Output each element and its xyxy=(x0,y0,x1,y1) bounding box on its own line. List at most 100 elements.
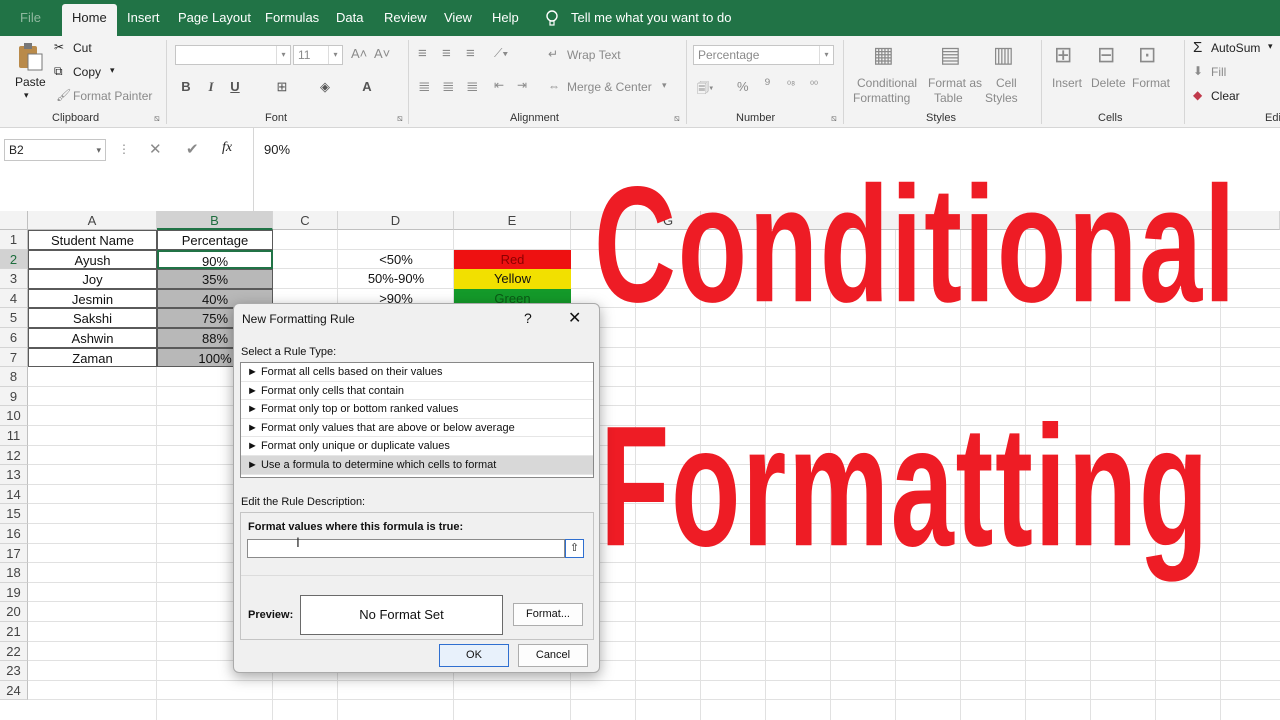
cut-button[interactable]: Cut xyxy=(73,41,92,55)
format-button[interactable]: Format... xyxy=(513,603,583,626)
row-header[interactable]: 6 xyxy=(0,328,28,348)
comma-style-icon[interactable]: ⁹ xyxy=(764,76,771,94)
cell-b2[interactable]: 90% xyxy=(157,249,273,270)
underline-button[interactable]: U xyxy=(226,78,244,96)
cancel-button[interactable]: Cancel xyxy=(518,644,588,667)
copy-button[interactable]: Copy xyxy=(73,65,101,79)
clear-button[interactable]: Clear xyxy=(1211,89,1240,103)
tab-file[interactable]: File xyxy=(12,4,49,36)
cell-b1[interactable]: Percentage xyxy=(157,230,273,250)
row-header[interactable]: 20 xyxy=(0,602,28,622)
close-icon[interactable]: ✕ xyxy=(568,308,581,328)
tab-view[interactable]: View xyxy=(436,4,480,36)
align-left-icon[interactable]: ≣ xyxy=(418,77,431,95)
col-header-b[interactable]: B xyxy=(157,211,273,230)
paste-dropdown-icon[interactable]: ▾ xyxy=(24,90,29,101)
fill-color-icon[interactable]: ◈ xyxy=(316,78,334,96)
row-header[interactable]: 16 xyxy=(0,524,28,544)
percent-style-icon[interactable]: % xyxy=(737,79,749,94)
row-header[interactable]: 24 xyxy=(0,680,28,701)
row-header[interactable]: 22 xyxy=(0,641,28,662)
row-header[interactable]: 11 xyxy=(0,426,28,446)
cell-a6[interactable]: Ashwin xyxy=(28,328,157,348)
row-header[interactable]: 3 xyxy=(0,269,28,289)
help-icon[interactable]: ? xyxy=(524,310,532,326)
align-right-icon[interactable]: ≣ xyxy=(466,77,479,95)
font-name-combo[interactable]: ▾ xyxy=(175,45,291,65)
align-center-icon[interactable]: ≣ xyxy=(442,77,455,95)
rule-type-item[interactable]: ► Format only top or bottom ranked value… xyxy=(241,400,593,419)
rule-type-item[interactable]: ► Format only unique or duplicate values xyxy=(241,437,593,456)
row-header[interactable]: 18 xyxy=(0,563,28,583)
col-header-a[interactable]: A xyxy=(28,211,157,230)
format-cells-button[interactable]: Format xyxy=(1132,76,1170,90)
row-header[interactable]: 17 xyxy=(0,543,28,564)
cell-e2[interactable]: Red xyxy=(454,249,571,270)
chevron-down-icon[interactable]: ▾ xyxy=(1268,41,1273,52)
tab-formulas[interactable]: Formulas xyxy=(257,4,327,36)
row-header[interactable]: 10 xyxy=(0,406,28,426)
row-header[interactable]: 14 xyxy=(0,484,28,505)
insert-function-icon[interactable]: fx xyxy=(222,140,232,156)
rule-type-item[interactable]: ► Format all cells based on their values xyxy=(241,363,593,382)
autosum-button[interactable]: AutoSum xyxy=(1211,41,1260,55)
ok-button[interactable]: OK xyxy=(439,644,509,667)
rule-formula-input[interactable] xyxy=(247,539,565,558)
italic-button[interactable]: I xyxy=(202,78,220,96)
cell-a7[interactable]: Zaman xyxy=(28,347,157,368)
chevron-down-icon[interactable]: ▾ xyxy=(96,140,101,160)
tab-help[interactable]: Help xyxy=(484,4,527,36)
cell-b3[interactable]: 35% xyxy=(157,269,273,289)
enter-entry-icon[interactable]: ✔ xyxy=(186,140,199,158)
tab-page-layout[interactable]: Page Layout xyxy=(170,4,259,36)
middle-align-icon[interactable]: ≡ xyxy=(442,45,451,62)
borders-icon[interactable]: ⊞ xyxy=(273,78,291,96)
merge-center-button[interactable]: Merge & Center xyxy=(567,80,652,94)
increase-indent-icon[interactable]: ⇥ xyxy=(517,78,527,92)
tell-me-search[interactable]: Tell me what you want to do xyxy=(563,4,739,36)
increase-font-icon[interactable]: A˄ xyxy=(351,46,367,61)
bottom-align-icon[interactable]: ≡ xyxy=(466,45,475,62)
font-color-icon[interactable]: A xyxy=(358,78,376,96)
select-all-corner[interactable] xyxy=(0,211,28,230)
fill-button[interactable]: Fill xyxy=(1211,65,1226,79)
row-header[interactable]: 15 xyxy=(0,504,28,524)
font-launcher-icon[interactable]: ⧅ xyxy=(397,113,403,124)
row-header[interactable]: 21 xyxy=(0,622,28,642)
rule-type-item[interactable]: ► Format only cells that contain xyxy=(241,382,593,401)
row-header[interactable]: 8 xyxy=(0,367,28,387)
name-box[interactable]: B2 ▾ xyxy=(4,139,106,161)
cell-a1[interactable]: Student Name xyxy=(28,230,157,250)
tab-data[interactable]: Data xyxy=(328,4,371,36)
format-painter-button[interactable]: Format Painter xyxy=(73,89,152,103)
rule-type-item-selected[interactable]: ► Use a formula to determine which cells… xyxy=(241,456,593,475)
delete-cells-button[interactable]: Delete xyxy=(1091,76,1126,90)
decrease-font-icon[interactable]: A˅ xyxy=(374,46,390,61)
col-header-e[interactable]: E xyxy=(454,211,571,230)
cell-styles-button[interactable]: Cell xyxy=(996,76,1017,90)
tab-home[interactable]: Home xyxy=(62,4,117,36)
insert-cells-button[interactable]: Insert xyxy=(1052,76,1082,90)
cell-a3[interactable]: Joy xyxy=(28,269,157,289)
conditional-formatting-button[interactable]: Conditional xyxy=(857,76,917,90)
col-header-c[interactable]: C xyxy=(273,211,338,230)
cancel-entry-icon[interactable]: ✕ xyxy=(149,140,162,158)
increase-decimal-icon[interactable]: ⁰⁸ xyxy=(787,80,795,91)
decrease-indent-icon[interactable]: ⇤ xyxy=(494,78,504,92)
number-launcher-icon[interactable]: ⧅ xyxy=(831,113,837,124)
bold-button[interactable]: B xyxy=(177,78,195,96)
row-header[interactable]: 4 xyxy=(0,288,28,309)
row-header[interactable]: 13 xyxy=(0,465,28,485)
rule-type-item[interactable]: ► Format only values that are above or b… xyxy=(241,419,593,438)
decrease-decimal-icon[interactable]: ⁰⁰ xyxy=(810,80,818,91)
collapse-dialog-icon[interactable]: ⇧ xyxy=(565,539,584,558)
row-header[interactable]: 12 xyxy=(0,445,28,466)
wrap-text-button[interactable]: Wrap Text xyxy=(567,48,621,62)
cell-d3[interactable]: 50%-90% xyxy=(338,269,454,289)
cell-a2[interactable]: Ayush xyxy=(28,249,157,270)
paste-button[interactable]: Paste xyxy=(15,75,46,89)
clipboard-launcher-icon[interactable]: ⧅ xyxy=(154,113,160,124)
cell-e3[interactable]: Yellow xyxy=(454,269,571,289)
top-align-icon[interactable]: ≡ xyxy=(418,45,427,62)
row-header[interactable]: 2 xyxy=(0,249,28,270)
